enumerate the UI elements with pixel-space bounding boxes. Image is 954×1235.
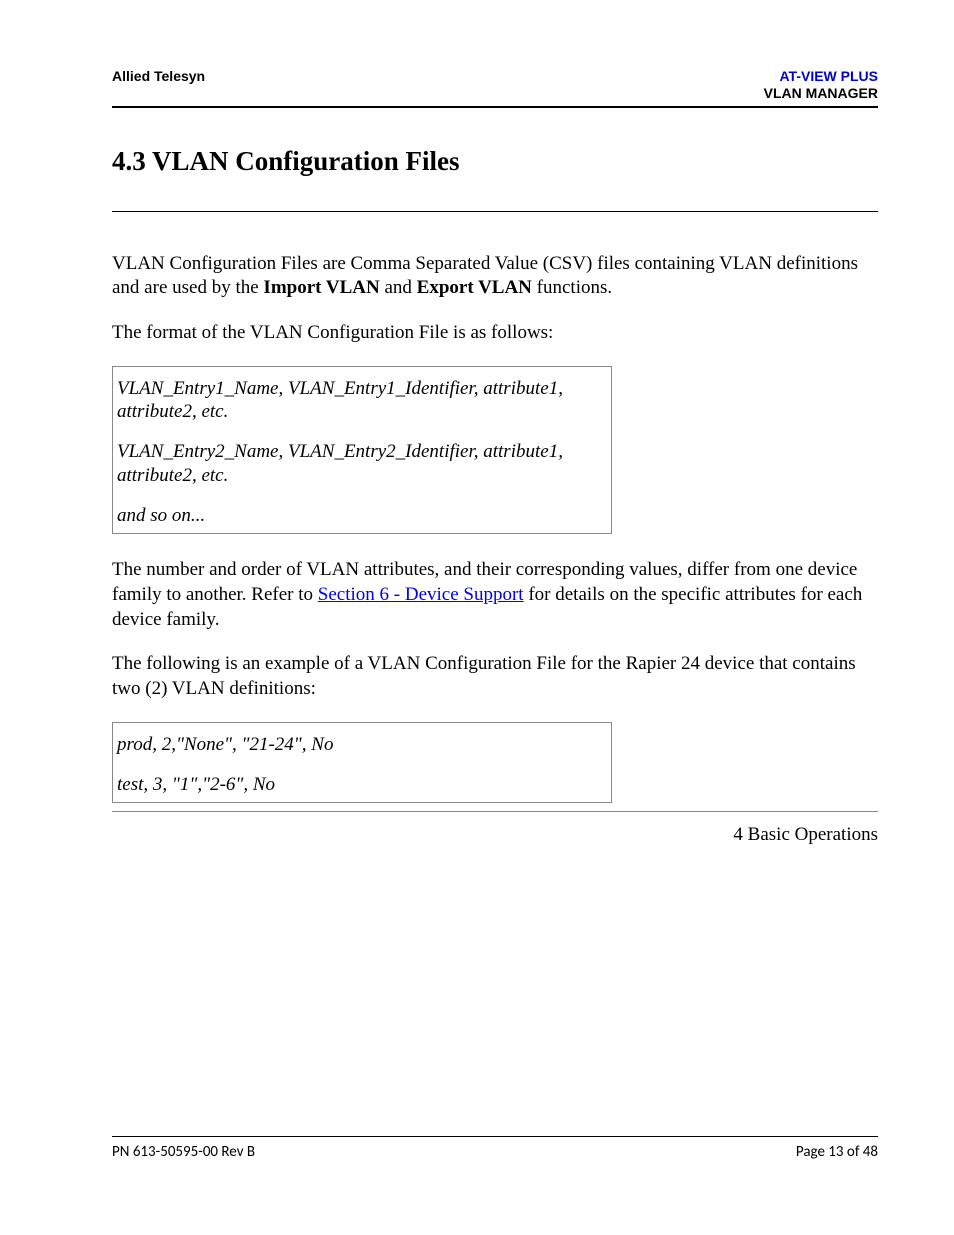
example-codebox: prod, 2,"None", "21-24", No test, 3, "1"… — [112, 722, 612, 804]
code-line: VLAN_Entry2_Name, VLAN_Entry2_Identifier… — [117, 440, 607, 488]
text: functions. — [532, 277, 612, 298]
bold-export-vlan: Export VLAN — [417, 277, 532, 298]
footer-page-number: Page 13 of 48 — [796, 1143, 878, 1161]
text: and — [380, 277, 417, 298]
code-line: and so on... — [117, 504, 607, 528]
header-product-line1: AT-VIEW PLUS — [779, 68, 878, 84]
section-heading: 4.3 VLAN Configuration Files — [112, 146, 878, 177]
bold-import-vlan: Import VLAN — [263, 277, 379, 298]
page-footer: PN 613-50595-00 Rev B Page 13 of 48 — [112, 1136, 878, 1161]
code-line: test, 3, "1","2-6", No — [117, 773, 607, 797]
page-header: Allied Telesyn AT-VIEW PLUS VLAN MANAGER — [112, 68, 878, 108]
header-brand: Allied Telesyn — [112, 68, 205, 84]
section-divider — [112, 211, 878, 212]
device-support-link[interactable]: Section 6 - Device Support — [318, 584, 524, 605]
header-product-line2: VLAN MANAGER — [764, 85, 878, 101]
chapter-footer-label: 4 Basic Operations — [112, 824, 878, 846]
format-codebox: VLAN_Entry1_Name, VLAN_Entry1_Identifier… — [112, 366, 612, 535]
format-intro: The format of the VLAN Configuration Fil… — [112, 321, 878, 346]
footer-part-number: PN 613-50595-00 Rev B — [112, 1143, 255, 1161]
code-line: VLAN_Entry1_Name, VLAN_Entry1_Identifier… — [117, 377, 607, 425]
code-line: prod, 2,"None", "21-24", No — [117, 733, 607, 757]
intro-paragraph: VLAN Configuration Files are Comma Separ… — [112, 252, 878, 301]
header-product: AT-VIEW PLUS VLAN MANAGER — [764, 68, 878, 102]
content-divider — [112, 811, 878, 812]
attributes-paragraph: The number and order of VLAN attributes,… — [112, 558, 878, 632]
example-intro: The following is an example of a VLAN Co… — [112, 652, 878, 701]
